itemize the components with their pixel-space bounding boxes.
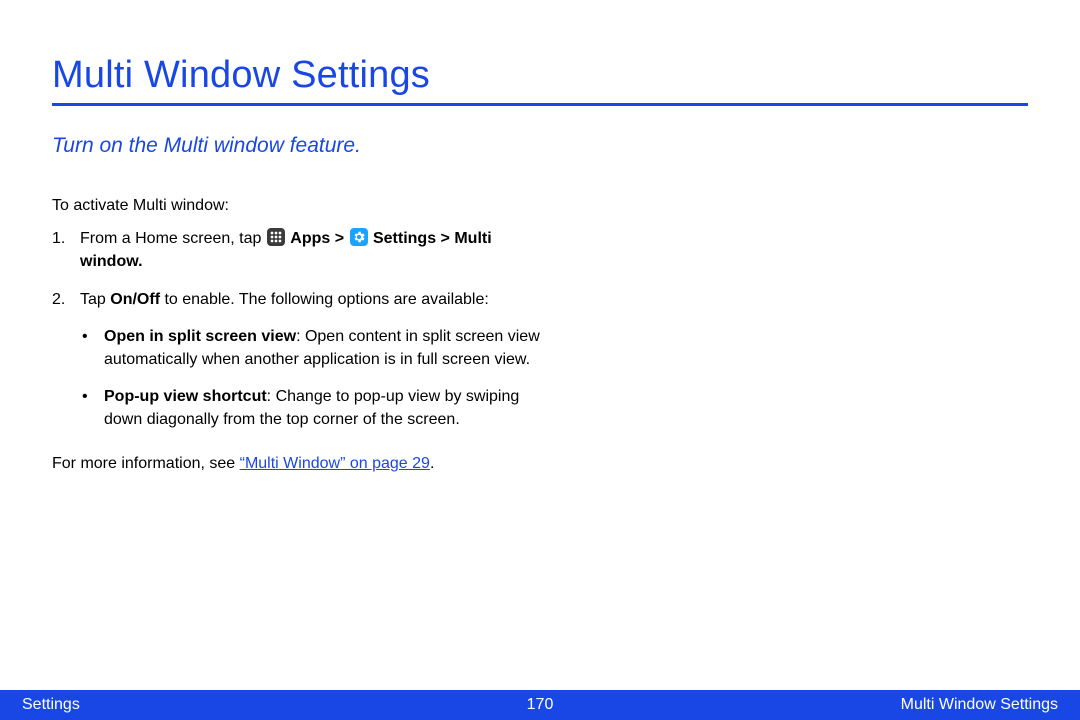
step2-suffix: to enable. The following options are ava… — [160, 291, 489, 308]
more-info-prefix: For more information, see — [52, 455, 240, 472]
apps-icon — [267, 228, 285, 246]
title-rule — [52, 103, 1028, 106]
footer-page-number: 170 — [527, 696, 554, 714]
option-label: Open in split screen view — [104, 328, 296, 345]
options-list: Open in split screen view: Open content … — [80, 325, 542, 432]
settings-gear-icon — [350, 228, 368, 246]
more-info-suffix: . — [430, 455, 434, 472]
step-2: Tap On/Off to enable. The following opti… — [52, 288, 542, 432]
sep2: > — [436, 230, 454, 247]
footer-right: Multi Window Settings — [901, 696, 1058, 714]
footer-left: Settings — [22, 696, 80, 714]
intro-text: To activate Multi window: — [52, 194, 542, 217]
apps-label: Apps — [290, 230, 330, 247]
option-popup-shortcut: Pop-up view shortcut: Change to pop-up v… — [80, 385, 542, 431]
settings-label: Settings — [373, 230, 436, 247]
sep1: > — [330, 230, 348, 247]
body-content: To activate Multi window: From a Home sc… — [52, 194, 542, 475]
step1-prefix: From a Home screen, tap — [80, 230, 266, 247]
onoff-label: On/Off — [110, 291, 160, 308]
more-info: For more information, see “Multi Window”… — [52, 452, 542, 475]
multi-window-link[interactable]: “Multi Window” on page 29 — [240, 455, 430, 472]
option-label: Pop-up view shortcut — [104, 388, 267, 405]
step2-prefix: Tap — [80, 291, 110, 308]
step-1: From a Home screen, tap Apps > Settings … — [52, 227, 542, 273]
page-footer: Settings 170 Multi Window Settings — [0, 690, 1080, 720]
page-title: Multi Window Settings — [52, 54, 1028, 97]
step-list: From a Home screen, tap Apps > Settings … — [52, 227, 542, 431]
page-subtitle: Turn on the Multi window feature. — [52, 134, 1028, 158]
option-split-screen: Open in split screen view: Open content … — [80, 325, 542, 371]
